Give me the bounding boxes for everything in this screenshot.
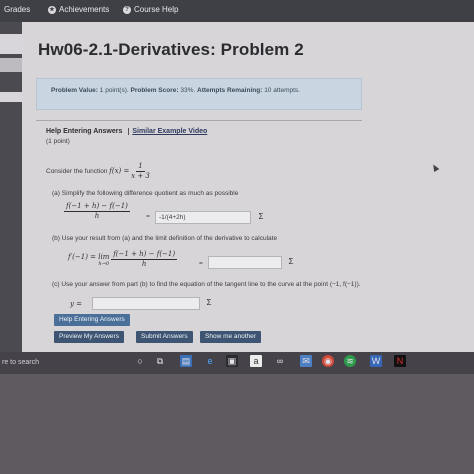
problem-score-label: Problem Score: <box>130 87 179 94</box>
background-surface <box>0 374 474 474</box>
link-icon[interactable]: ∞ <box>274 355 286 367</box>
part-c-text: (c) Use your answer from part (b) to fin… <box>52 281 361 288</box>
part-a-equals: = <box>146 213 150 220</box>
equation-editor-icon[interactable]: Σ <box>254 211 268 224</box>
limit-operator: f′(−1) = lim h→0 <box>68 253 109 267</box>
similar-example-video-link[interactable]: Similar Example Video <box>128 128 208 135</box>
task-view-icon[interactable]: ⧉ <box>154 355 166 367</box>
problem-score: 33%. <box>180 87 196 94</box>
function-numerator: 1 <box>136 162 145 172</box>
word-icon[interactable]: W <box>370 355 382 367</box>
attempts-label: Attempts Remaining: <box>197 87 263 94</box>
nav-achievements[interactable]: ★ Achievements <box>48 5 109 14</box>
part-c-answer-field[interactable] <box>92 297 200 310</box>
submit-answers-button[interactable]: Submit Answers <box>136 331 193 343</box>
cortana-icon[interactable]: ○ <box>134 355 146 367</box>
sidebar-block[interactable] <box>0 92 22 102</box>
function-denominator: x + 3 <box>131 172 150 180</box>
equation-editor-icon[interactable]: Σ <box>284 256 298 269</box>
part-a-denominator: h <box>94 212 100 220</box>
equation-editor-icon[interactable]: Σ <box>202 297 216 310</box>
limit-subscript: h→0 <box>98 260 109 267</box>
function-lhs: f(x) = <box>109 167 130 176</box>
taskbar-search[interactable]: re to search <box>0 352 110 374</box>
part-b-fraction: f(−1 + h) − f(−1) h <box>111 250 178 269</box>
part-a-answer-field[interactable]: -1/(4+2h) <box>155 211 251 224</box>
problem-info-box: Problem Value: 1 point(s). Problem Score… <box>36 78 362 110</box>
part-a-fraction: f(−1 + h) − f(−1) h <box>64 202 130 221</box>
intro-text: Consider the function <box>46 168 108 176</box>
nav-grades[interactable]: Grades <box>4 5 30 14</box>
divider <box>36 120 362 121</box>
part-a-text: (a) Simplify the following difference qu… <box>52 190 239 197</box>
part-b-denominator: h <box>141 260 147 268</box>
part-b-lhs: f′(−1) = lim <box>68 252 110 261</box>
help-entering-answers-label: Help Entering Answers <box>46 128 123 135</box>
course-help-label: Course Help <box>134 5 179 14</box>
mouse-cursor-icon <box>430 162 440 173</box>
top-navigation-bar: Grades ★ Achievements ? Course Help <box>0 0 474 22</box>
function-fraction: 1 x + 3 <box>131 162 150 181</box>
part-b-numerator: f(−1 + h) − f(−1) <box>111 250 178 260</box>
points-label: (1 point) <box>46 138 70 145</box>
part-a-expression: f(−1 + h) − f(−1) h <box>64 202 130 221</box>
nav-course-help[interactable]: ? Course Help <box>123 5 178 14</box>
function-definition: Consider the function f(x) = 1 x + 3 <box>46 162 150 181</box>
grades-label: Grades <box>4 5 31 14</box>
edge-icon[interactable]: e <box>204 355 216 367</box>
chrome-icon[interactable]: ◉ <box>322 355 334 367</box>
sidebar-block[interactable] <box>0 34 22 54</box>
part-b-answer-field[interactable] <box>208 256 282 269</box>
amazon-icon[interactable]: a <box>250 355 262 367</box>
file-explorer-icon[interactable]: ▤ <box>180 355 192 367</box>
achievements-icon: ★ <box>48 5 56 14</box>
help-heading-row: Help Entering Answers Similar Example Vi… <box>46 128 208 135</box>
page-title: Hw06-2.1-Derivatives: Problem 2 <box>38 40 304 59</box>
spotify-icon[interactable]: ≋ <box>344 355 356 367</box>
show-me-another-button[interactable]: Show me another <box>200 331 261 343</box>
part-b-equals: = <box>199 260 203 267</box>
preview-answers-button[interactable]: Preview My Answers <box>54 331 124 343</box>
problem-value-label: Problem Value: <box>51 87 98 94</box>
netflix-icon[interactable]: N <box>394 355 406 367</box>
part-b-expression: f′(−1) = lim h→0 f(−1 + h) − f(−1) h <box>68 250 178 269</box>
part-b-text: (b) Use your result from (a) and the lim… <box>52 235 278 242</box>
problem-panel: Hw06-2.1-Derivatives: Problem 2 Problem … <box>22 22 474 352</box>
achievements-label: Achievements <box>59 5 110 14</box>
mail-icon[interactable]: ✉ <box>300 355 312 367</box>
left-sidebar <box>0 22 22 352</box>
question-icon: ? <box>123 5 131 14</box>
attempts-remaining: 10 attempts. <box>264 87 300 94</box>
problem-value: 1 point(s). <box>99 87 129 94</box>
store-icon[interactable]: ▣ <box>226 355 238 367</box>
help-entering-answers-button[interactable]: Help Entering Answers <box>54 314 130 326</box>
part-c-lhs: y = <box>70 300 83 308</box>
part-a-numerator: f(−1 + h) − f(−1) <box>64 202 130 212</box>
sidebar-block[interactable] <box>0 58 22 72</box>
